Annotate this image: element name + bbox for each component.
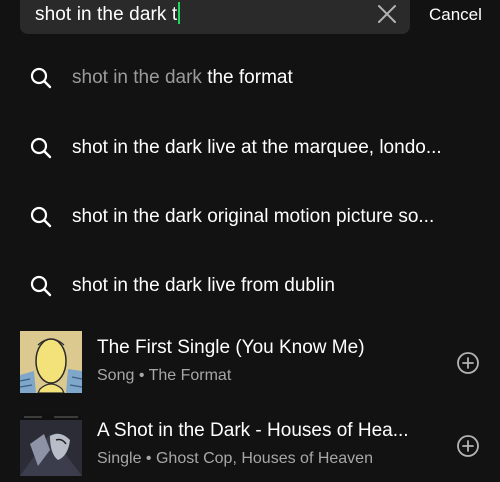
text-caret — [178, 2, 181, 24]
result-title: A Shot in the Dark - Houses of Hea... — [97, 420, 409, 441]
suggestion-text: shot in the dark original motion picture… — [72, 206, 435, 227]
search-input[interactable]: shot in the dark t — [20, 0, 410, 34]
suggestion-text: the format — [207, 67, 293, 88]
search-suggestion[interactable]: shot in the dark live at the marquee, lo… — [0, 118, 500, 178]
search-suggestion[interactable]: shot in the dark the format — [0, 48, 500, 108]
search-icon — [30, 275, 52, 297]
suggestion-text: shot in the dark live from dublin — [72, 275, 335, 296]
search-icon — [30, 206, 52, 228]
clear-icon[interactable] — [376, 3, 398, 25]
cancel-button[interactable]: Cancel — [429, 5, 482, 25]
search-result-row[interactable]: A Shot in the Dark - Houses of Hea... Si… — [0, 414, 500, 482]
result-subtitle: Single • Ghost Cop, Houses of Heaven — [97, 450, 373, 467]
result-subtitle: Song • The Format — [97, 367, 232, 384]
search-query-text: shot in the dark t — [35, 4, 178, 25]
result-title: The First Single (You Know Me) — [97, 337, 365, 358]
suggestion-matched-text: shot in the dark — [72, 67, 208, 88]
search-result-row[interactable]: The First Single (You Know Me) Song • Th… — [0, 331, 500, 403]
album-art — [20, 331, 82, 393]
search-icon — [30, 137, 52, 159]
search-screen: shot in the dark t Cancel shot in the da… — [0, 0, 500, 482]
add-circle-icon[interactable] — [456, 434, 480, 458]
search-suggestion[interactable]: shot in the dark original motion picture… — [0, 187, 500, 247]
search-bar: shot in the dark t Cancel — [0, 0, 500, 40]
suggestion-text: shot in the dark live at the marquee, lo… — [72, 137, 442, 158]
add-circle-icon[interactable] — [456, 351, 480, 375]
search-suggestion[interactable]: shot in the dark live from dublin — [0, 256, 500, 316]
search-icon — [30, 67, 52, 89]
album-art — [20, 414, 82, 476]
